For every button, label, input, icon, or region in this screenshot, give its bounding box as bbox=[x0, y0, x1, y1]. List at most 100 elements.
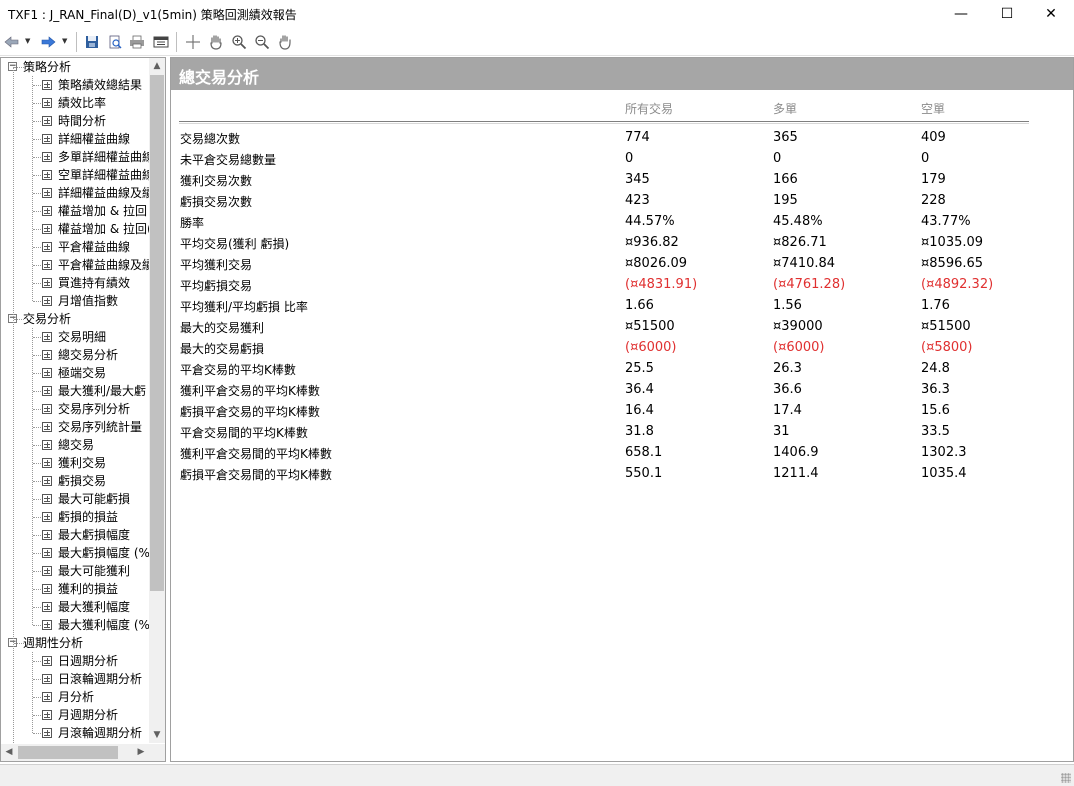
report-page-icon bbox=[42, 440, 52, 450]
tree-item[interactable]: 月滾輪週期分析 bbox=[1, 724, 149, 742]
value-short: 228 bbox=[921, 193, 946, 208]
value-all: 44.57% bbox=[625, 214, 675, 229]
save-button[interactable] bbox=[83, 33, 101, 51]
tree-horizontal-scroll-thumb[interactable] bbox=[18, 746, 118, 759]
forward-icon bbox=[41, 36, 56, 48]
tree-item-label: 績效比率 bbox=[58, 96, 107, 110]
header-divider bbox=[179, 121, 1029, 122]
tree-item[interactable]: 月週期分析 bbox=[1, 706, 149, 724]
tree-item[interactable]: 詳細權益曲線 bbox=[1, 130, 149, 148]
title-bar: TXF1 : J_RAN_Final(D)_v1(5min) 策略回測績效報告 … bbox=[0, 0, 1074, 28]
tree-item[interactable]: 最大獲利幅度 (% bbox=[1, 616, 149, 634]
tree-item[interactable]: 最大可能虧損 bbox=[1, 490, 149, 508]
tree-group-1[interactable]: − 交易分析 bbox=[1, 310, 149, 328]
tree-item[interactable]: 月分析 bbox=[1, 688, 149, 706]
tree-item[interactable]: 交易明細 bbox=[1, 328, 149, 346]
zoom-in-button[interactable] bbox=[230, 33, 248, 51]
back-button[interactable] bbox=[3, 33, 21, 51]
maximize-button[interactable]: ☐ bbox=[984, 0, 1030, 28]
scroll-left-icon[interactable]: ◀ bbox=[1, 744, 17, 761]
tree-item-label: 詳細權益曲線 bbox=[58, 132, 131, 146]
tree-item[interactable]: 策略績效總結果 bbox=[1, 76, 149, 94]
tree-item[interactable]: 權益增加 & 拉回( bbox=[1, 220, 149, 238]
tree-item[interactable]: 詳細權益曲線及績 bbox=[1, 184, 149, 202]
back-dropdown-icon[interactable]: ▼ bbox=[25, 37, 30, 45]
report-page-icon bbox=[42, 566, 52, 576]
row-label: 最大的交易獲利 bbox=[180, 321, 265, 335]
value-short: 179 bbox=[921, 172, 946, 187]
print-preview-button[interactable] bbox=[106, 33, 124, 51]
tree-item[interactable]: 日週期分析 bbox=[1, 652, 149, 670]
tree-item[interactable]: 總交易 bbox=[1, 436, 149, 454]
report-page-icon bbox=[42, 368, 52, 378]
tree-item[interactable]: 最大獲利幅度 bbox=[1, 598, 149, 616]
options-button[interactable] bbox=[152, 33, 170, 51]
row-label: 獲利平倉交易間的平均K棒數 bbox=[180, 447, 332, 461]
tree-item[interactable]: 空單詳細權益曲線 bbox=[1, 166, 149, 184]
row-label: 最大的交易虧損 bbox=[180, 342, 265, 356]
column-header-short: 空單 bbox=[921, 102, 946, 116]
resize-grip-icon[interactable] bbox=[1061, 773, 1071, 783]
tree-group-2[interactable]: − 週期性分析 bbox=[1, 634, 149, 652]
hand-pan-button[interactable] bbox=[207, 33, 225, 51]
scroll-down-icon[interactable]: ▼ bbox=[149, 727, 165, 743]
tree-connector bbox=[33, 265, 41, 266]
scroll-right-icon[interactable]: ▶ bbox=[133, 744, 149, 761]
minimize-button[interactable]: — bbox=[938, 0, 984, 28]
tree-item[interactable]: 極端交易 bbox=[1, 364, 149, 382]
value-short: 24.8 bbox=[921, 361, 950, 376]
tree-vertical-scrollbar[interactable]: ▲ ▼ bbox=[149, 58, 165, 743]
zoom-out-button[interactable] bbox=[253, 33, 271, 51]
forward-button[interactable] bbox=[39, 33, 57, 51]
value-short: (¤4892.32) bbox=[921, 277, 994, 292]
tree-connector bbox=[33, 535, 41, 536]
tree-item[interactable]: 交易序列統計量 bbox=[1, 418, 149, 436]
tree-item[interactable]: 交易序列分析 bbox=[1, 400, 149, 418]
report-page-icon bbox=[42, 584, 52, 594]
tree-vertical-scroll-thumb[interactable] bbox=[150, 75, 164, 591]
tree-item[interactable]: 月增值指數 bbox=[1, 292, 149, 310]
report-page-icon bbox=[42, 206, 52, 216]
tree-item[interactable]: 多單詳細權益曲線 bbox=[1, 148, 149, 166]
column-header-all: 所有交易 bbox=[625, 102, 674, 116]
tree-item[interactable]: 獲利交易 bbox=[1, 454, 149, 472]
tree-connector bbox=[33, 85, 41, 86]
tree-item[interactable]: 虧損的損益 bbox=[1, 508, 149, 526]
tree-item-label: 虧損交易 bbox=[58, 474, 107, 488]
tree-item[interactable]: 總交易分析 bbox=[1, 346, 149, 364]
report-page-icon bbox=[42, 458, 52, 468]
tree-connector bbox=[33, 337, 41, 338]
tree-connector bbox=[32, 328, 33, 625]
tree-group-0[interactable]: − 策略分析 bbox=[1, 58, 149, 76]
tree-item[interactable]: 最大虧損幅度 bbox=[1, 526, 149, 544]
close-button[interactable]: ✕ bbox=[1028, 0, 1074, 28]
value-long: 195 bbox=[773, 193, 798, 208]
tree-item[interactable]: 平倉權益曲線 bbox=[1, 238, 149, 256]
reset-zoom-button[interactable] bbox=[276, 33, 294, 51]
scroll-up-icon[interactable]: ▲ bbox=[149, 58, 165, 74]
tree-item[interactable]: 最大虧損幅度 (% bbox=[1, 544, 149, 562]
tree-item[interactable]: 最大可能獲利 bbox=[1, 562, 149, 580]
report-page-icon bbox=[42, 620, 52, 630]
tree-connector bbox=[33, 427, 41, 428]
tree-connector bbox=[33, 409, 41, 410]
tree-item[interactable]: 虧損交易 bbox=[1, 472, 149, 490]
tree-item-label: 權益增加 & 拉回( bbox=[58, 222, 149, 236]
tree-item[interactable]: 最大獲利/最大虧 bbox=[1, 382, 149, 400]
tree-horizontal-scrollbar[interactable]: ◀ ▶ bbox=[1, 744, 149, 761]
tree-item[interactable]: 獲利的損益 bbox=[1, 580, 149, 598]
value-long: 1406.9 bbox=[773, 445, 819, 460]
table-row: 虧損交易次數 423 195 228 bbox=[171, 191, 1073, 212]
tree-item[interactable]: 日滾輪週期分析 bbox=[1, 670, 149, 688]
tree-item[interactable]: 買進持有績效 bbox=[1, 274, 149, 292]
forward-dropdown-icon[interactable]: ▼ bbox=[62, 37, 67, 45]
print-button[interactable] bbox=[128, 33, 146, 51]
tree-item[interactable]: 權益增加 & 拉回 bbox=[1, 202, 149, 220]
report-page-icon bbox=[42, 710, 52, 720]
report-page-icon bbox=[42, 116, 52, 126]
crosshair-button[interactable] bbox=[184, 33, 202, 51]
tree-item[interactable]: 平倉權益曲線及績 bbox=[1, 256, 149, 274]
tree-item[interactable]: 時間分析 bbox=[1, 112, 149, 130]
tree-item[interactable]: 績效比率 bbox=[1, 94, 149, 112]
save-icon bbox=[86, 36, 98, 48]
